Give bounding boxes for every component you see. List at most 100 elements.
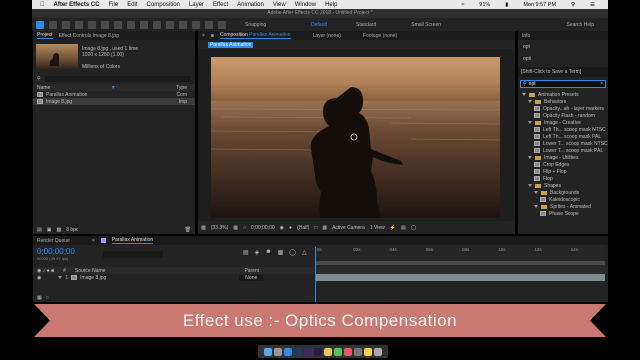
- search-icon[interactable]: ⚲: [571, 2, 575, 8]
- menu-file[interactable]: File: [109, 2, 119, 8]
- timeline-current-time[interactable]: 0;00;00;00: [37, 247, 75, 256]
- after-effects-icon[interactable]: [304, 347, 312, 356]
- settings-icon[interactable]: [354, 347, 362, 356]
- photoshop-icon[interactable]: [294, 347, 302, 356]
- apple-icon[interactable]: : [40, 2, 45, 8]
- tab-render-queue[interactable]: Render Queue: [37, 238, 70, 244]
- lock-icon[interactable]: ■: [211, 33, 214, 39]
- preset-folder[interactable]: Shapes: [518, 182, 608, 189]
- camera-dropdown[interactable]: Active Camera: [332, 225, 365, 231]
- eraser-tool-icon[interactable]: [192, 20, 200, 29]
- column-name[interactable]: Name: [37, 85, 50, 91]
- rotation-tool-icon[interactable]: [88, 20, 96, 29]
- menu-list-icon[interactable]: ☰: [590, 2, 595, 8]
- show-channel-icon[interactable]: ●: [289, 225, 292, 231]
- label-column-icon[interactable]: ▼: [111, 85, 116, 91]
- photos-icon[interactable]: [324, 347, 332, 356]
- column-parent[interactable]: Parent: [244, 268, 259, 274]
- camera-tool-icon[interactable]: [101, 20, 109, 29]
- composition-viewer[interactable]: [211, 57, 500, 218]
- playhead[interactable]: [315, 247, 316, 302]
- tab-composition[interactable]: Composition Parallax Animation: [219, 32, 291, 39]
- pan-behind-tool-icon[interactable]: [114, 20, 122, 29]
- snapshot-icon[interactable]: ◉: [280, 225, 284, 231]
- menu-animation[interactable]: Animation: [237, 2, 264, 8]
- preset-item[interactable]: Lower T... scoop mask NTSC: [518, 140, 608, 147]
- expand-triangle-icon[interactable]: [528, 156, 532, 159]
- preset-item[interactable]: Lower T... scoop mask PAL: [518, 147, 608, 154]
- view-layout-dropdown[interactable]: 1 View: [370, 225, 385, 231]
- new-composition-icon[interactable]: ▩: [56, 227, 61, 233]
- workspace-standard[interactable]: Standard: [356, 22, 376, 28]
- roto-brush-tool-icon[interactable]: [205, 20, 213, 29]
- menu-help[interactable]: Help: [325, 2, 337, 8]
- battery-icon[interactable]: ▮: [505, 2, 508, 8]
- mask-visibility-icon[interactable]: ○: [243, 225, 246, 231]
- graph-editor-icon[interactable]: △: [302, 249, 307, 256]
- preset-folder[interactable]: Image - Creative: [518, 119, 608, 126]
- search-help-field[interactable]: Search Help: [566, 22, 594, 28]
- tab-info[interactable]: Info: [522, 33, 530, 39]
- preset-item[interactable]: Flop: [518, 175, 608, 182]
- workspace-default[interactable]: Default: [311, 22, 327, 28]
- tab-project[interactable]: Project: [37, 32, 53, 39]
- clock[interactable]: Mon 9:57 PM: [523, 2, 556, 8]
- expand-triangle-icon[interactable]: [522, 93, 526, 96]
- preset-item[interactable]: Left Th... scoop mask NTSC: [518, 126, 608, 133]
- menu-edit[interactable]: Edit: [127, 2, 137, 8]
- hand-tool-icon[interactable]: [62, 20, 70, 29]
- expand-triangle-icon[interactable]: [528, 184, 532, 187]
- motion-blur-icon[interactable]: ◯: [289, 249, 296, 256]
- workspace-small-screen[interactable]: Small Screen: [411, 22, 441, 28]
- layer-parent-dropdown[interactable]: None: [239, 274, 264, 281]
- layer-duration-bar[interactable]: [315, 274, 605, 281]
- composition-mini-flowchart-icon[interactable]: ▤: [243, 249, 249, 256]
- always-preview-icon[interactable]: ▩: [201, 225, 206, 231]
- save-term-hint[interactable]: [Shift-Click to Save a Term]: [518, 67, 608, 77]
- trash-icon[interactable]: 🗑: [185, 227, 191, 233]
- layer-expand-icon[interactable]: [58, 276, 63, 279]
- time-ruler[interactable]: 0s 02s 04s 06s 08s 10s 12s 14s: [315, 245, 605, 267]
- wifi-icon[interactable]: ≈: [461, 2, 464, 8]
- layer-name[interactable]: Image 8.jpg: [80, 275, 106, 281]
- music-icon[interactable]: [344, 347, 352, 356]
- expand-triangle-icon[interactable]: [534, 191, 538, 194]
- clear-search-icon[interactable]: ×: [600, 81, 603, 87]
- effects-search-icon[interactable]: ⚲: [523, 81, 527, 87]
- flowchart-icon[interactable]: ◯: [411, 225, 417, 231]
- grid-icon[interactable]: ▦: [233, 225, 238, 231]
- brush-tool-icon[interactable]: [166, 20, 174, 29]
- finder-icon[interactable]: [264, 347, 272, 356]
- expand-triangle-icon[interactable]: [528, 100, 532, 103]
- switches-toggle-icon[interactable]: ▦: [37, 295, 42, 302]
- close-icon[interactable]: ×: [202, 33, 205, 39]
- layer-row[interactable]: ◉ 1 Image 8.jpg None: [33, 274, 608, 281]
- new-folder-icon[interactable]: ▣: [47, 227, 52, 233]
- preset-item[interactable]: Kaleidoscopic: [518, 196, 608, 203]
- home-icon[interactable]: [36, 20, 44, 29]
- snapping-toggle[interactable]: Snapping: [245, 22, 266, 28]
- preset-item[interactable]: Flip + Flop: [518, 168, 608, 175]
- preset-item[interactable]: Phase Scope: [518, 210, 608, 217]
- timeline-toggle-icon[interactable]: ▤: [401, 225, 406, 231]
- resolution-dropdown[interactable]: (Half): [297, 225, 309, 231]
- expand-triangle-icon[interactable]: [534, 205, 538, 208]
- tab-layer[interactable]: Layer (none): [313, 33, 341, 39]
- tab-effect-controls[interactable]: Effect Controls Image 8.jpg: [59, 33, 119, 39]
- preset-item[interactable]: Left Th... scoop mask PAL: [518, 133, 608, 140]
- effects-search-input[interactable]: opt: [529, 81, 598, 87]
- menu-window[interactable]: Window: [295, 2, 316, 8]
- project-item[interactable]: Image 8.jpg Imp: [33, 98, 195, 105]
- safari-icon[interactable]: [284, 347, 292, 356]
- current-time[interactable]: 0;00;00;00: [251, 225, 275, 231]
- pen-tool-icon[interactable]: [140, 20, 148, 29]
- zoom-tool-icon[interactable]: [75, 20, 83, 29]
- comp-flowchart-tab[interactable]: Parallax Animation: [208, 41, 254, 48]
- recent-term[interactable]: opt: [518, 40, 608, 50]
- menu-composition[interactable]: Composition: [147, 2, 180, 8]
- clone-stamp-tool-icon[interactable]: [179, 20, 187, 29]
- preset-item[interactable]: Opacity Flash - random: [518, 112, 608, 119]
- preset-folder[interactable]: Image - Utilities: [518, 154, 608, 161]
- work-area-bar[interactable]: [315, 261, 605, 265]
- frame-blending-icon[interactable]: ▦: [278, 249, 284, 256]
